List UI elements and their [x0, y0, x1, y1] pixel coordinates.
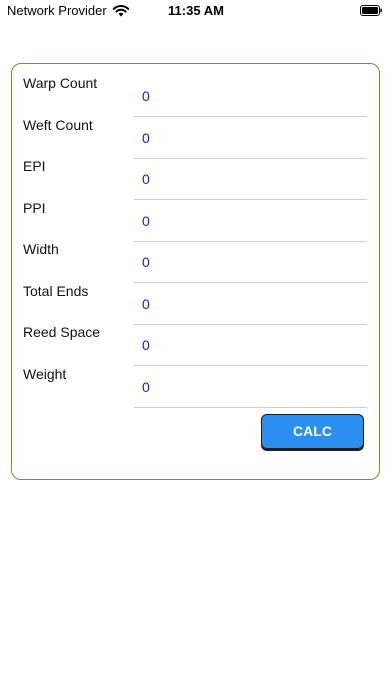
- field-row-total-ends: Total Ends 0: [12, 272, 379, 325]
- field-row-ppi: PPI 0: [12, 189, 379, 242]
- warp-count-input[interactable]: 0: [142, 88, 150, 104]
- weight-input[interactable]: 0: [142, 379, 150, 395]
- field-row-weft-count: Weft Count 0: [12, 106, 379, 159]
- warp-count-label: Warp Count: [23, 75, 98, 91]
- weft-count-input[interactable]: 0: [142, 130, 150, 146]
- ppi-label: PPI: [23, 199, 46, 216]
- ppi-input[interactable]: 0: [142, 213, 150, 229]
- epi-label: EPI: [23, 158, 46, 174]
- weight-underline: [134, 406, 367, 408]
- total-ends-label: Total Ends: [23, 282, 89, 299]
- epi-input[interactable]: 0: [142, 171, 150, 187]
- battery-icon: [360, 5, 382, 16]
- calculator-card: Warp Count 0 Weft Count 0 EPI 0 PPI 0 Wi…: [11, 63, 380, 480]
- calc-button[interactable]: CALC: [261, 414, 364, 449]
- weight-label: Weight: [23, 365, 67, 382]
- weft-count-label: Weft Count: [23, 116, 93, 133]
- reed-space-input[interactable]: 0: [142, 337, 150, 353]
- field-row-width: Width 0: [12, 230, 379, 283]
- status-bar: Network Provider 11:35 AM: [0, 0, 392, 24]
- total-ends-input[interactable]: 0: [142, 296, 150, 312]
- reed-space-label: Reed Space: [23, 324, 101, 340]
- field-row-weight: Weight 0: [12, 355, 379, 408]
- field-row-epi: EPI 0: [12, 147, 379, 200]
- field-row-warp-count: Warp Count 0: [12, 64, 379, 117]
- width-input[interactable]: 0: [142, 254, 150, 270]
- field-row-reed-space: Reed Space 0: [12, 313, 379, 366]
- clock-time: 11:35 AM: [168, 3, 224, 18]
- width-label: Width: [23, 241, 59, 257]
